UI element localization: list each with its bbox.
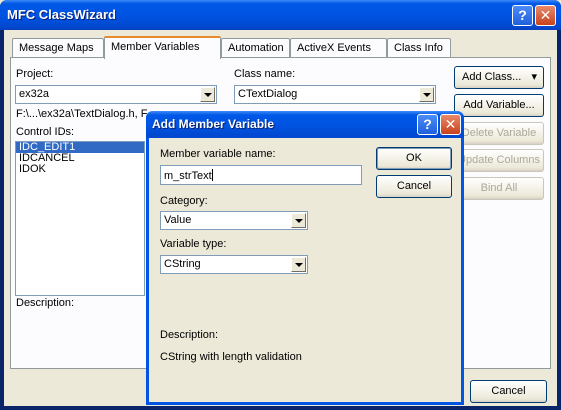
variable-name-value: m_strText [164,169,213,182]
add-class-label: Add Class... [462,71,522,83]
tab-member-variables[interactable]: Member Variables [104,36,221,59]
project-label: Project: [16,68,54,80]
classname-label: Class name: [234,68,296,80]
help-icon[interactable]: ? [512,5,533,26]
tab-class-info[interactable]: Class Info [387,38,451,58]
classname-combo[interactable]: CTextDialog [234,85,436,104]
classname-value: CTextDialog [238,88,298,100]
project-combo[interactable]: ex32a [15,85,217,104]
add-class-button[interactable]: Add Class... ▾ [454,66,544,89]
variable-name-label: Member variable name: [160,148,276,160]
text-caret [211,169,213,181]
dialog-cancel-button[interactable]: Cancel [376,175,452,198]
category-value: Value [164,214,192,226]
title-bar[interactable]: MFC ClassWizard ? ✕ [0,0,561,30]
file-path: F:\...\ex32a\TextDialog.h, F [16,108,148,120]
variable-type-combo[interactable]: CString [160,255,308,274]
delete-variable-button[interactable]: Delete Variable [454,122,544,145]
dialog-body: Member variable name: m_strText Category… [149,138,461,402]
add-variable-button[interactable]: Add Variable... [454,94,544,117]
chevron-down-icon[interactable] [200,87,215,102]
close-icon[interactable]: ✕ [535,5,556,26]
dialog-title-bar[interactable]: Add Member Variable ? ✕ [146,111,464,138]
dropdown-arrow-icon: ▾ [531,71,537,83]
bind-all-button[interactable]: Bind All [454,177,544,200]
controlids-label: Control IDs: [16,126,75,138]
help-icon[interactable]: ? [417,114,438,135]
description-label: Description: [16,297,75,309]
chevron-down-icon[interactable] [291,257,306,272]
update-columns-button[interactable]: Update Columns [454,149,544,172]
close-icon[interactable]: ✕ [440,114,461,135]
cancel-button[interactable]: Cancel [470,380,547,403]
variable-name-field[interactable]: m_strText [160,165,362,185]
chevron-down-icon[interactable] [419,87,434,102]
variable-type-label: Variable type: [160,238,227,250]
tab-activex-events[interactable]: ActiveX Events [290,38,387,58]
category-label: Category: [160,195,208,207]
tab-message-maps[interactable]: Message Maps [12,38,104,58]
control-ids-list[interactable]: IDC_EDIT1 IDCANCEL IDOK [15,141,145,296]
dialog-title: Add Member Variable [152,117,275,131]
list-item[interactable]: IDOK [16,164,144,175]
window-title: MFC ClassWizard [7,7,116,22]
dialog-description-label: Description: [160,329,219,341]
ok-button[interactable]: OK [376,147,452,170]
add-member-variable-dialog: Add Member Variable ? ✕ Member variable … [146,111,464,405]
chevron-down-icon[interactable] [291,213,306,228]
variable-name-text: m_strText [164,170,212,182]
dialog-description-text: CString with length validation [160,351,302,363]
project-value: ex32a [19,88,49,100]
category-combo[interactable]: Value [160,211,308,230]
variable-type-value: CString [164,258,201,270]
tab-automation[interactable]: Automation [221,38,290,58]
